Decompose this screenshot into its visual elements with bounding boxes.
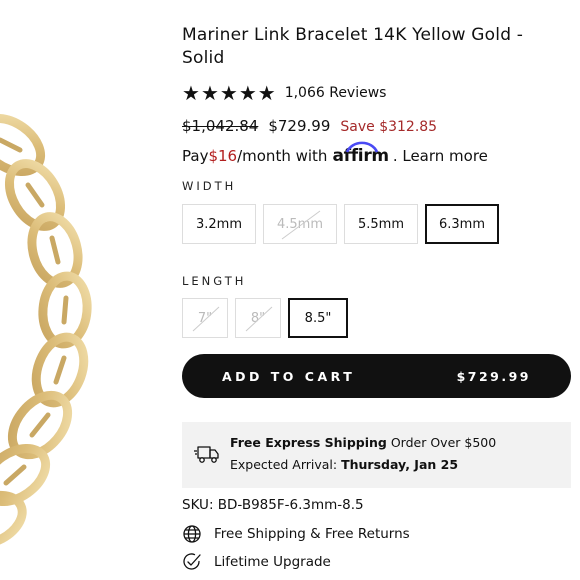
shipping-offer: Free Express Shipping Order Over $500: [230, 435, 496, 450]
length-option-8[interactable]: 8": [235, 298, 281, 338]
length-option-8-5[interactable]: 8.5": [288, 298, 348, 338]
star-icon: ★: [182, 81, 200, 105]
length-options: 7" 8" 8.5": [182, 298, 348, 338]
unavailable-slash-icon: [245, 306, 273, 332]
star-icon: ★: [219, 81, 238, 105]
sale-price: $729.99: [268, 117, 331, 135]
star-icon: ★: [257, 81, 276, 105]
star-icon: ★: [238, 81, 257, 105]
feature-free-shipping: Free Shipping & Free Returns: [182, 524, 410, 544]
unavailable-slash-icon: [192, 306, 220, 332]
unavailable-slash-icon: [281, 210, 321, 240]
original-price: $1,042.84: [182, 117, 259, 135]
width-option-5-5mm[interactable]: 5.5mm: [344, 204, 418, 244]
truck-icon: [194, 446, 219, 463]
affirm-logo: affirm: [332, 141, 389, 166]
width-options: 3.2mm 4.5mm 5.5mm 6.3mm: [182, 204, 499, 244]
sku-text: SKU: BD-B985F-6.3mm-8.5: [182, 497, 364, 513]
shipping-title: Free Express Shipping: [230, 435, 387, 450]
feature-lifetime-upgrade: Lifetime Upgrade: [182, 552, 331, 572]
feature-label: Free Shipping & Free Returns: [214, 526, 410, 542]
reviews-link[interactable]: 1,066 Reviews: [285, 85, 387, 101]
arrival-date: Thursday, Jan 25: [341, 457, 459, 472]
add-to-cart-label: ADD TO CART: [222, 368, 356, 384]
shipping-condition: Order Over $500: [386, 435, 497, 450]
feature-label: Lifetime Upgrade: [214, 554, 331, 570]
shipping-info-box: Free Express Shipping Order Over $500 Ex…: [182, 422, 571, 488]
affirm-arc-icon: [346, 141, 379, 153]
financing-row: Pay $16 /month with affirm . Learn more: [182, 141, 488, 166]
rating-row[interactable]: ★ ★ ★ ★ ★ 1,066 Reviews: [182, 82, 386, 104]
length-option-7[interactable]: 7": [182, 298, 228, 338]
width-label: WIDTH: [182, 179, 237, 193]
mariner-chain-illustration: [0, 113, 92, 550]
financing-amount: $16: [208, 147, 238, 165]
star-icon: ★: [200, 81, 219, 105]
savings-badge: Save $312.85: [340, 119, 438, 135]
width-option-4-5mm[interactable]: 4.5mm: [263, 204, 337, 244]
check-badge-icon: [183, 553, 201, 570]
globe-icon: [183, 525, 201, 543]
width-option-6-3mm[interactable]: 6.3mm: [425, 204, 499, 244]
learn-more-link[interactable]: . Learn more: [393, 147, 488, 165]
width-option-3-2mm[interactable]: 3.2mm: [182, 204, 256, 244]
arrival-label: Expected Arrival:: [230, 457, 342, 472]
length-label: LENGTH: [182, 274, 247, 288]
financing-suffix: /month with: [237, 147, 328, 165]
financing-prefix: Pay: [182, 147, 209, 165]
add-to-cart-button[interactable]: ADD TO CART $729.99: [182, 354, 571, 398]
price-row: $1,042.84 $729.99 Save $312.85: [182, 117, 437, 135]
product-details: Mariner Link Bracelet 14K Yellow Gold - …: [182, 0, 574, 580]
product-image[interactable]: [0, 0, 175, 580]
star-rating: ★ ★ ★ ★ ★: [182, 83, 276, 103]
add-to-cart-price: $729.99: [456, 368, 531, 384]
product-title: Mariner Link Bracelet 14K Yellow Gold - …: [182, 25, 524, 68]
expected-arrival: Expected Arrival: Thursday, Jan 25: [230, 457, 458, 472]
